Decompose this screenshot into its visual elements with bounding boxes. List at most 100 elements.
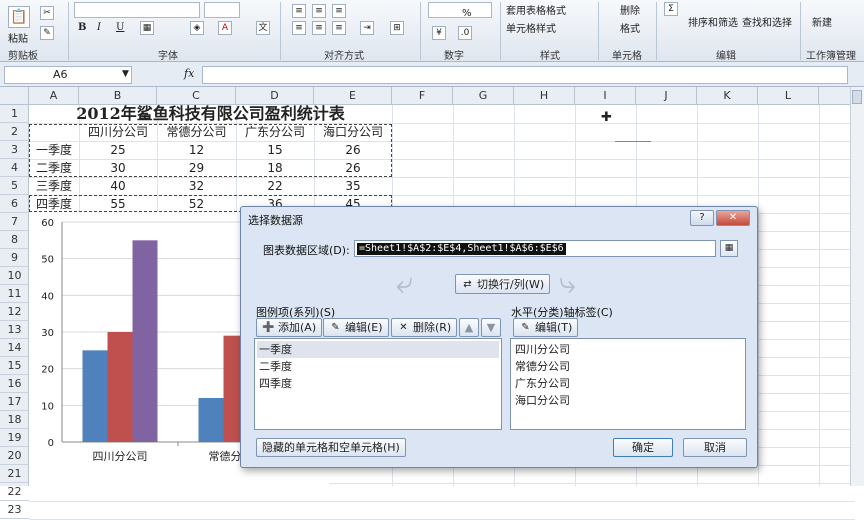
quarter-cell[interactable]: 三季度: [29, 177, 79, 195]
number-format-combo[interactable]: [428, 2, 492, 18]
help-button[interactable]: ?: [690, 210, 714, 226]
cell-style-button[interactable]: 单元格样式: [506, 20, 556, 35]
font-size-combo[interactable]: [204, 2, 240, 18]
new-window-button[interactable]: 新建: [812, 14, 832, 29]
font-color-icon[interactable]: A: [218, 21, 232, 35]
hidden-empty-cells-button[interactable]: 隐藏的单元格和空单元格(H): [256, 438, 406, 457]
row-header[interactable]: 23: [0, 501, 29, 519]
paste-icon[interactable]: 📋: [8, 6, 30, 28]
col-header-e[interactable]: E: [314, 87, 392, 105]
series-item[interactable]: 二季度: [257, 358, 499, 375]
row-header[interactable]: 16: [0, 375, 29, 393]
phonetic-icon[interactable]: 文: [256, 21, 270, 35]
col-header-f[interactable]: F: [392, 87, 453, 105]
fill-color-icon[interactable]: ◈: [190, 21, 204, 35]
table-format-button[interactable]: 套用表格格式: [506, 2, 566, 17]
value-cell[interactable]: 35: [314, 177, 392, 195]
value-cell[interactable]: 32: [157, 177, 236, 195]
find-select-button[interactable]: 查找和选择: [742, 14, 792, 29]
row-header[interactable]: 12: [0, 303, 29, 321]
merge-icon[interactable]: ⊞: [390, 21, 404, 35]
border-icon[interactable]: ▦: [140, 21, 154, 35]
row-header[interactable]: 15: [0, 357, 29, 375]
edit-axis-button[interactable]: ✎ 编辑(T): [513, 318, 579, 337]
decimal-icon[interactable]: .0: [458, 26, 472, 40]
col-header-i[interactable]: I: [575, 87, 636, 105]
row-header[interactable]: 18: [0, 411, 29, 429]
axis-item[interactable]: 常德分公司: [513, 358, 743, 375]
axis-item[interactable]: 四川分公司: [513, 341, 743, 358]
align-middle-icon[interactable]: ≡: [312, 4, 326, 18]
italic-button[interactable]: I: [97, 22, 101, 33]
sheet-title[interactable]: 2012年鲨鱼科技有限公司盈利统计表: [29, 105, 392, 123]
align-right-icon[interactable]: ≡: [332, 21, 346, 35]
row-header[interactable]: 14: [0, 339, 29, 357]
select-all-corner[interactable]: [0, 87, 29, 105]
vertical-scrollbar[interactable]: [850, 87, 864, 486]
col-header-j[interactable]: J: [636, 87, 697, 105]
align-top-icon[interactable]: ≡: [292, 4, 306, 18]
chevron-down-icon[interactable]: ▼: [122, 69, 129, 79]
row-header[interactable]: 3: [0, 141, 29, 159]
percent-button[interactable]: %: [462, 8, 472, 19]
fx-icon[interactable]: fx: [184, 67, 194, 80]
range-input[interactable]: =Sheet1!$A$2:$E$4,Sheet1!$A$6:$E$6: [354, 240, 716, 257]
currency-icon[interactable]: ¥: [432, 26, 446, 40]
format-cell-button[interactable]: 格式: [620, 20, 640, 35]
row-header[interactable]: 9: [0, 249, 29, 267]
add-series-button[interactable]: ➕ 添加(A): [256, 318, 323, 337]
series-list[interactable]: 一季度 二季度 四季度: [254, 338, 502, 430]
name-box[interactable]: A6: [4, 66, 132, 84]
row-header[interactable]: 19: [0, 429, 29, 447]
align-left-icon[interactable]: ≡: [292, 21, 306, 35]
formula-input[interactable]: [202, 66, 848, 84]
align-bottom-icon[interactable]: ≡: [332, 4, 346, 18]
close-button[interactable]: ✕: [716, 210, 750, 226]
edit-series-button[interactable]: ✎ 编辑(E): [323, 318, 389, 337]
row-header[interactable]: 11: [0, 285, 29, 303]
collapse-dialog-icon[interactable]: ▦: [720, 240, 738, 257]
col-header-d[interactable]: D: [236, 87, 314, 105]
value-cell[interactable]: 22: [236, 177, 314, 195]
series-item[interactable]: 四季度: [257, 375, 499, 392]
row-header[interactable]: 13: [0, 321, 29, 339]
font-name-combo[interactable]: [74, 2, 200, 18]
row-header[interactable]: 21: [0, 465, 29, 483]
ok-button[interactable]: 确定: [613, 438, 673, 457]
row-header[interactable]: 1: [0, 105, 29, 123]
format-painter-icon[interactable]: ✎: [40, 26, 54, 40]
col-header-k[interactable]: K: [697, 87, 758, 105]
row-header[interactable]: 4: [0, 159, 29, 177]
indent-icon[interactable]: ⇥: [360, 21, 374, 35]
move-down-button[interactable]: ▼: [481, 318, 501, 337]
axis-item[interactable]: 海口分公司: [513, 392, 743, 409]
autosum-icon[interactable]: Σ: [664, 2, 678, 16]
bold-button[interactable]: B: [78, 22, 86, 33]
col-header-g[interactable]: G: [453, 87, 514, 105]
align-center-icon[interactable]: ≡: [312, 21, 326, 35]
move-up-button[interactable]: ▲: [459, 318, 479, 337]
row-header[interactable]: 2: [0, 123, 29, 141]
series-item[interactable]: 一季度: [257, 341, 499, 358]
axis-labels-list[interactable]: 四川分公司 常德分公司 广东分公司 海口分公司: [510, 338, 746, 430]
switch-row-col-button[interactable]: ⇄ 切换行/列(W): [455, 274, 551, 294]
scrollbar-thumb[interactable]: [852, 90, 862, 104]
row-header[interactable]: 20: [0, 447, 29, 465]
row-header[interactable]: 5: [0, 177, 29, 195]
col-header-h[interactable]: H: [514, 87, 575, 105]
col-header-b[interactable]: B: [79, 87, 157, 105]
row-header[interactable]: 8: [0, 231, 29, 249]
delete-cell-button[interactable]: 删除: [620, 2, 640, 17]
row-header[interactable]: 10: [0, 267, 29, 285]
col-header-a[interactable]: A: [29, 87, 79, 105]
col-header-l[interactable]: L: [758, 87, 819, 105]
paste-button[interactable]: 粘贴: [8, 30, 28, 45]
sort-filter-button[interactable]: 排序和筛选: [688, 14, 738, 29]
col-header-c[interactable]: C: [157, 87, 236, 105]
underline-button[interactable]: U: [116, 22, 124, 33]
row-header[interactable]: 17: [0, 393, 29, 411]
row-header[interactable]: 7: [0, 213, 29, 231]
cancel-button[interactable]: 取消: [683, 438, 747, 457]
remove-series-button[interactable]: ✕ 删除(R): [391, 318, 458, 337]
axis-item[interactable]: 广东分公司: [513, 375, 743, 392]
